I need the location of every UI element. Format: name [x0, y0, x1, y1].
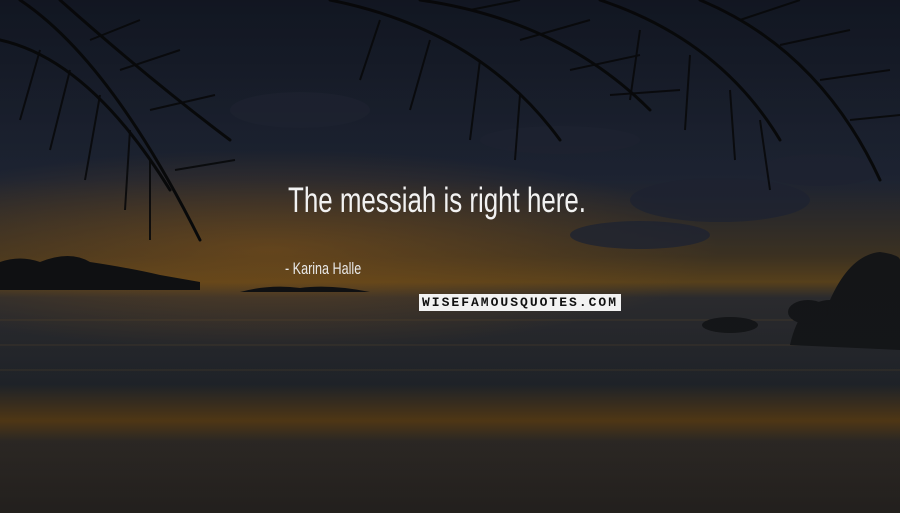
quote-card: The messiah is right here. - Karina Hall… — [0, 0, 900, 513]
quote-author: - Karina Halle — [285, 259, 362, 278]
beach-sunset-background — [0, 0, 900, 513]
watermark-logo: WISEFAMOUSQUOTES.COM — [419, 294, 622, 311]
quote-text: The messiah is right here. — [288, 181, 586, 220]
